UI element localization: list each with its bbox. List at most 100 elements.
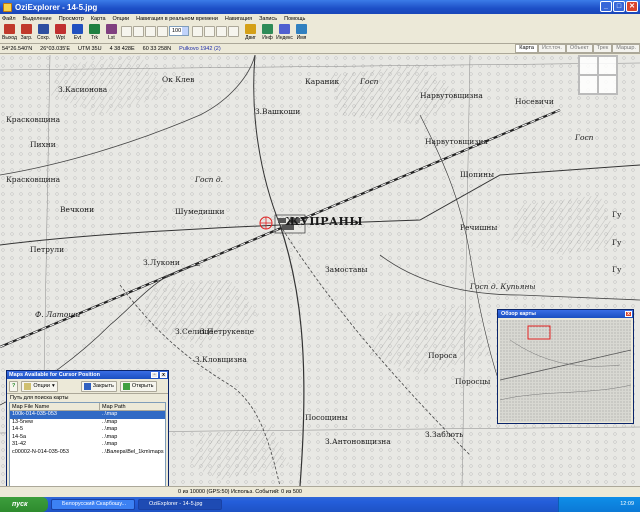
minimize-button[interactable]: _	[600, 1, 612, 12]
table-row[interactable]: 100k-014-035-053 ..\map	[10, 411, 165, 419]
map-path-cell: ..\map	[102, 411, 118, 417]
toolbar-label: Evt	[73, 35, 82, 41]
panel-close-icon[interactable]: x	[160, 372, 167, 378]
options-button[interactable]: Опции ▾	[21, 380, 58, 392]
menu-map[interactable]: Карта	[91, 16, 106, 22]
tb-waypoint-button[interactable]: Wpt	[53, 24, 68, 41]
map-tabs: Карта Ист.точ. Объект Трек Маршр.	[515, 44, 640, 53]
table-row[interactable]: 13-5new ..\map	[10, 419, 165, 427]
map-place-label: З.Петрукевце	[200, 327, 255, 336]
tab-track[interactable]: Трек	[592, 44, 613, 53]
maps-panel-titlebar: Maps Available for Cursor Position ▫ x	[7, 371, 168, 379]
menu-help[interactable]: Помощь	[284, 16, 305, 22]
tbr-info-button[interactable]: Инф	[260, 24, 275, 41]
open-label: Открыть	[131, 383, 154, 389]
toolbar-label: Инф	[262, 35, 273, 41]
map-place-label: Нарвутовщизна	[420, 91, 483, 100]
tb-track-button[interactable]: Trk	[87, 24, 102, 41]
map-place-label: Речишны	[460, 223, 498, 232]
overview-map[interactable]	[500, 320, 631, 422]
table-row[interactable]: 31-42 ..\map	[10, 441, 165, 449]
taskbar-item-ozi[interactable]: OziExplorer - 14-5.jpg	[138, 499, 222, 510]
zoom-level-down-button[interactable]	[204, 26, 215, 37]
map-file-name-cell: 31-42	[12, 441, 27, 447]
magnify-button[interactable]	[157, 26, 168, 37]
menu-record[interactable]: Запись	[259, 16, 277, 22]
map-place-label: Караник	[305, 77, 340, 86]
zoom-out-button[interactable]	[121, 26, 132, 37]
move-icon	[245, 24, 256, 34]
map-place-label: Госп	[575, 133, 594, 142]
menu-file[interactable]: Файл	[2, 16, 16, 22]
menu-selection[interactable]: Выделение	[23, 16, 52, 22]
map-scroll-grid[interactable]	[578, 55, 618, 95]
tb-event-button[interactable]: Evt	[70, 24, 85, 41]
maps-table-header: Map File Name Map Path	[10, 403, 165, 411]
start-button[interactable]: пуск	[0, 497, 48, 512]
table-row[interactable]: 14-5a ..\map	[10, 434, 165, 442]
menu-options[interactable]: Опции	[113, 16, 130, 22]
zoom-in-button[interactable]	[133, 26, 144, 37]
table-row[interactable]: c00002-N-014-035-053 ..\Валера\Bel_1km\ma…	[10, 449, 165, 457]
map-path-cell: ..\map	[102, 418, 118, 425]
tab-source[interactable]: Ист.точ.	[537, 44, 566, 53]
title-bar: OziExplorer - 14-5.jpg _ □ ✕	[0, 0, 640, 14]
map-place-label: Госп	[360, 77, 379, 86]
column-header-path[interactable]: Map Path	[100, 403, 165, 410]
window-title: OziExplorer - 14-5.jpg	[15, 2, 98, 12]
tab-object[interactable]: Объект	[565, 44, 593, 53]
load-icon	[21, 24, 32, 34]
map-place-label: Пихни	[30, 140, 56, 149]
tbr-index-button[interactable]: Индекс	[276, 24, 293, 41]
toolbar-label: Выход	[2, 35, 17, 41]
tbr-name-button[interactable]: Имя	[294, 24, 309, 41]
app-icon	[3, 2, 12, 12]
clock: 12:09	[620, 501, 634, 507]
toolbar-label: Индекс	[276, 35, 293, 41]
map-place-label: Шумедишки	[175, 207, 225, 216]
fit-button[interactable]	[216, 26, 227, 37]
close-panel-button[interactable]: Закрыть	[80, 380, 117, 392]
zoom-level-up-button[interactable]	[192, 26, 203, 37]
table-row[interactable]: 14-5 ..\map	[10, 426, 165, 434]
column-header-file[interactable]: Map File Name	[10, 403, 100, 410]
tbr-move-button[interactable]: Двиг	[243, 24, 258, 41]
menu-view[interactable]: Просмотр	[59, 16, 84, 22]
maps-panel-title: Maps Available for Cursor Position	[9, 372, 100, 378]
map-path-cell: ..\map	[102, 441, 118, 447]
menu-navigation[interactable]: Навигация	[225, 16, 252, 22]
maximize-button[interactable]: □	[613, 1, 625, 12]
grid-button[interactable]	[228, 26, 239, 37]
search-button[interactable]	[145, 26, 156, 37]
tb-list-button[interactable]: Lst	[104, 24, 119, 41]
map-file-name-cell: 13-5new	[12, 418, 34, 425]
options-label: Опции	[33, 383, 50, 389]
tb-exit-button[interactable]: Выход	[2, 24, 17, 41]
taskbar-item-browser[interactable]: Белорусский Скарбошу...	[51, 499, 135, 510]
chevron-down-icon: ▾	[51, 383, 55, 389]
map-place-label: З.Вашкоши	[255, 107, 301, 116]
map-place-label: Щопины	[460, 170, 495, 179]
map-file-name-cell: 14-5	[12, 426, 24, 432]
tab-map[interactable]: Карта	[515, 44, 538, 53]
tb-save-button[interactable]: Сохр.	[36, 24, 51, 41]
help-button[interactable]: ?	[9, 380, 19, 392]
open-map-button[interactable]: Открыть	[119, 380, 157, 392]
zoom-select[interactable]: 100	[169, 26, 189, 36]
map-place-label: Носевичи	[515, 97, 554, 106]
tb-load-button[interactable]: Загр.	[19, 24, 34, 41]
datum-readout: Pulkovo 1942 (2)	[179, 45, 221, 52]
close-button[interactable]: ✕	[626, 1, 638, 12]
close-doc-icon	[83, 382, 91, 390]
map-place-label: Ф. Латоши	[35, 310, 81, 319]
menu-moving-map[interactable]: Навигация в реальном времени	[136, 16, 218, 22]
pin-icon[interactable]: ▫	[151, 372, 158, 378]
toolbar-label: Загр.	[20, 35, 33, 41]
map-place-label: Гу	[612, 265, 622, 274]
tab-route[interactable]: Маршр.	[612, 44, 640, 53]
overview-close-icon[interactable]: x	[625, 311, 632, 317]
map-place-label: Посощины	[305, 413, 348, 422]
info-icon	[262, 24, 273, 34]
system-tray: 12:09	[558, 497, 640, 512]
map-search-path-label: Путь для поиска карты	[7, 393, 168, 401]
